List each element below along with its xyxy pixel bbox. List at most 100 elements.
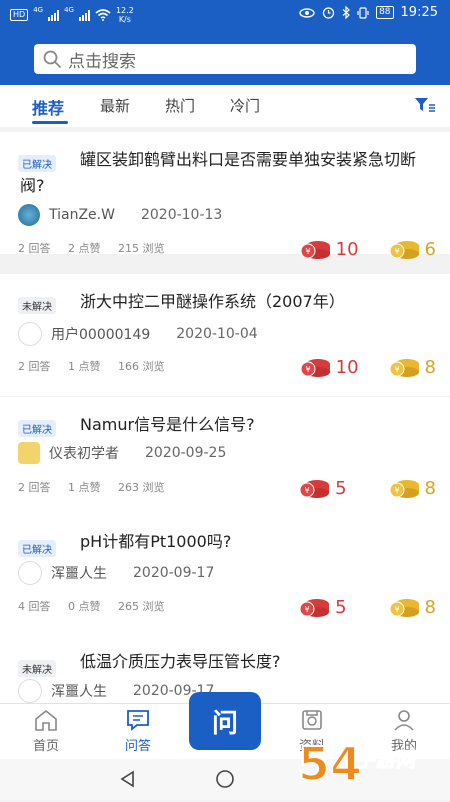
answer-count: 4 回答 [18,600,51,613]
nav-qa-label: 问答 [124,739,151,754]
avatar[interactable] [18,442,40,464]
stats-row: 2 回答 1 点赞 166 浏览 [18,358,179,374]
tab-cold[interactable]: 冷门 [230,95,260,116]
red-reward-value: 10 [335,356,359,378]
author-name[interactable]: TianZe.W [49,207,115,223]
avatar[interactable] [18,322,42,346]
avatar[interactable] [18,561,42,585]
question-title-text: pH计都有Pt1000吗? [80,532,232,551]
tab-latest[interactable]: 最新 [100,95,130,116]
ask-button[interactable]: 问 [189,692,261,750]
view-count: 215 浏览 [118,242,165,255]
network-speed: 12.2 K/s [116,6,134,24]
red-reward-value: 10 [335,238,359,260]
like-count: 2 点赞 [68,242,101,255]
alarm-icon [322,7,335,19]
gold-reward-value: 6 [424,238,436,260]
status-left: HD 4G 4G 12.2 K/s [10,6,134,24]
post-date: 2020-10-04 [176,326,258,342]
hd-badge: HD [10,9,29,21]
like-count: 1 点赞 [68,360,101,373]
avatar[interactable] [18,679,42,703]
post-date: 2020-09-17 [133,565,215,581]
filter-icon[interactable] [414,96,436,114]
author-name[interactable]: 仪表初学者 [49,443,119,463]
svg-text:¥: ¥ [394,605,399,614]
battery-icon: 88 [376,6,394,19]
reward-row: ¥ 5 ¥ 8 [297,596,436,618]
network-2-label: 4G [64,6,74,14]
reward-row: ¥ 10 ¥ 8 [298,356,436,378]
category-tabs: 推荐 最新 热门 冷门 [0,85,450,127]
question-title-text: 低温介质压力表导压管长度? [80,652,281,671]
post-date: 2020-10-13 [140,207,223,223]
like-count: 1 点赞 [68,481,101,494]
bluetooth-icon [342,6,350,19]
search-input[interactable]: 点击搜索 [34,44,416,74]
svg-text:54: 54 [298,737,362,791]
svg-text:¥: ¥ [305,486,310,495]
speed-value: 12.2 [115,6,134,15]
tab-recommended[interactable]: 推荐 [32,95,64,119]
question-title[interactable]: 罐区装卸鹤臂出料口是否需要单独安装紧急切断阀? [20,147,440,199]
nav-home[interactable]: 首页 [16,704,76,754]
nav-qa[interactable]: 问答 [108,704,168,754]
post-date: 2020-09-25 [145,445,227,461]
vibrate-icon [357,6,369,19]
red-coin-icon: ¥ [300,241,330,259]
question-title[interactable]: 低温介质压力表导压管长度? [20,649,440,675]
answer-count: 2 回答 [18,481,51,494]
question-title-text: Namur信号是什么信号? [80,415,255,434]
view-count: 265 浏览 [118,600,165,613]
answer-count: 2 回答 [18,360,51,373]
question-title-text: 浙大中控二甲醚操作系统（2007年） [80,292,345,311]
tab-hot[interactable]: 热门 [165,95,195,116]
author-row: 浑噩人生 2020-09-17 [18,679,214,703]
svg-text:¥: ¥ [305,605,310,614]
view-count: 263 浏览 [118,481,165,494]
gold-coin-icon: ¥ [389,359,419,377]
view-count: 166 浏览 [118,360,165,373]
red-coin-icon: ¥ [299,599,330,617]
author-name[interactable]: 用户00000149 [51,324,150,344]
status-bar: HD 4G 4G 12.2 K/s 88 19:25 [0,0,450,30]
avatar[interactable] [18,204,40,226]
watermark-logo: 54 手游网 [294,722,444,798]
search-placeholder: 点击搜索 [68,51,136,72]
home-circle-icon[interactable] [214,768,236,790]
speed-unit: K/s [118,15,131,24]
search-icon [43,50,61,68]
author-row: 仪表初学者 2020-09-25 [18,442,226,464]
gold-reward-value: 8 [424,477,436,499]
gold-coin-icon: ¥ [389,241,419,259]
stats-row: 2 回答 2 点赞 215 浏览 [18,240,179,256]
stats-row: 2 回答 1 点赞 263 浏览 [18,479,179,495]
svg-text:手游网: 手游网 [356,747,416,771]
signal-2-icon [78,9,90,21]
gold-coin-icon: ¥ [389,480,419,498]
author-row: 用户00000149 2020-10-04 [18,322,258,346]
question-title[interactable]: 浙大中控二甲醚操作系统（2007年） [20,289,440,315]
question-card[interactable]: 已解决 罐区装卸鹤臂出料口是否需要单独安装紧急切断阀? TianZe.W 202… [0,132,450,260]
question-title-text: 罐区装卸鹤臂出料口是否需要单独安装紧急切断阀? [20,150,417,195]
reward-row: ¥ 10 ¥ 6 [298,238,436,260]
author-name[interactable]: 浑噩人生 [51,563,107,583]
chat-icon [127,710,149,731]
reward-row: ¥ 5 ¥ 8 [297,477,436,499]
question-title[interactable]: pH计都有Pt1000吗? [20,529,440,555]
question-card[interactable]: 已解决 pH计都有Pt1000吗? 浑噩人生 2020-09-17 4 回答 0… [0,517,450,639]
eye-icon [299,7,315,18]
network-1-label: 4G [33,6,44,14]
clock: 19:25 [400,5,438,20]
question-card[interactable]: 已解决 Namur信号是什么信号? 仪表初学者 2020-09-25 2 回答 … [0,397,450,519]
back-icon[interactable] [118,769,138,789]
red-reward-value: 5 [335,477,347,499]
question-card[interactable]: 未解决 浙大中控二甲醚操作系统（2007年） 用户00000149 2020-1… [0,274,450,396]
author-name[interactable]: 浑噩人生 [51,681,107,701]
svg-text:¥: ¥ [305,247,310,256]
svg-text:¥: ¥ [394,486,399,495]
svg-text:¥: ¥ [394,247,399,256]
search-header: 点击搜索 [0,30,450,85]
question-title[interactable]: Namur信号是什么信号? [20,412,440,438]
author-row: 浑噩人生 2020-09-17 [18,561,214,585]
